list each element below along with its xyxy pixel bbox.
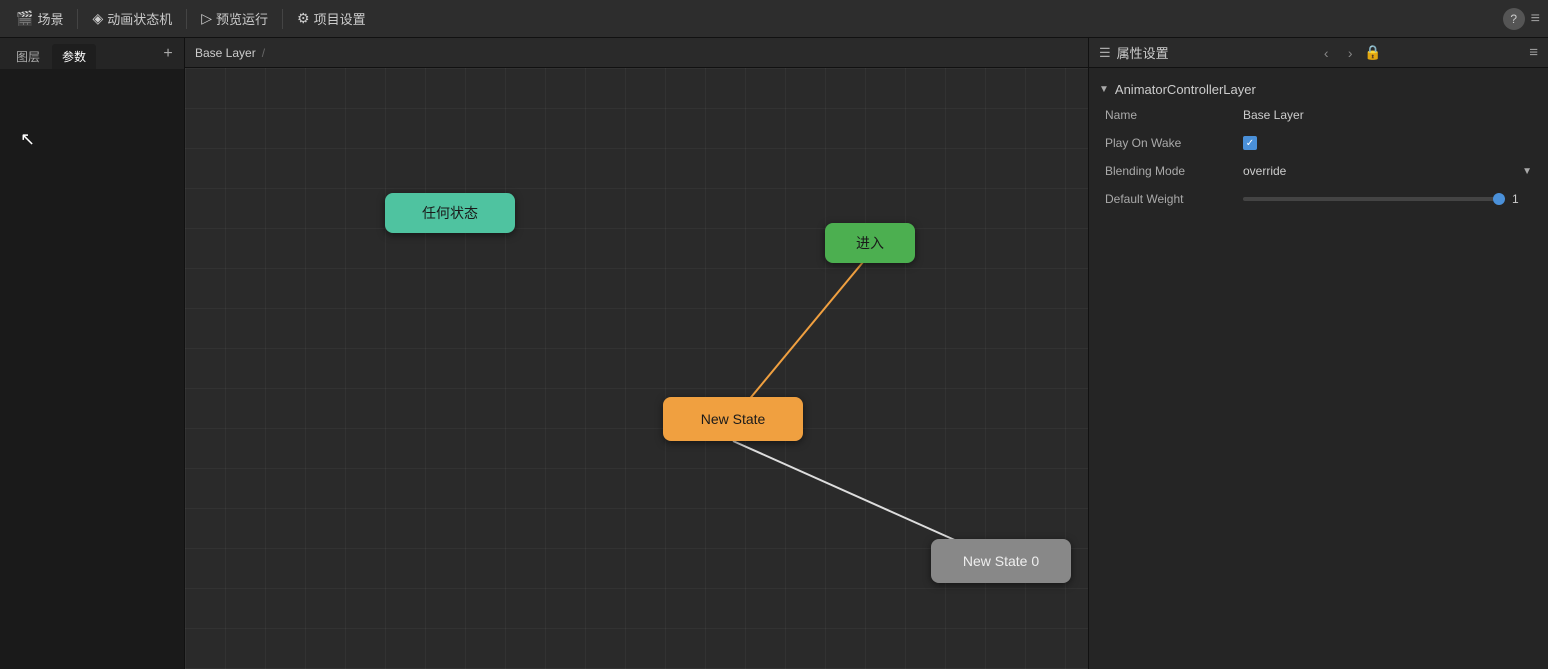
prop-default-weight-label: Default Weight (1105, 192, 1235, 206)
canvas-header: Base Layer / (185, 38, 1088, 68)
canvas-grid[interactable]: 任何状态 进入 New State New State 0 (185, 68, 1088, 669)
state-new0-label: New State 0 (963, 553, 1039, 569)
animator-icon: ◈ (92, 10, 103, 27)
left-sidebar: 图层 参数 + ↖ (0, 38, 185, 669)
nav-back-arrow[interactable]: ‹ (1316, 43, 1336, 63)
state-new0[interactable]: New State 0 (931, 539, 1071, 583)
right-panel-content: ▼ AnimatorControllerLayer Name Base Laye… (1089, 68, 1548, 669)
preview-label: 预览运行 (216, 9, 268, 28)
prop-name-label: Name (1105, 108, 1235, 122)
prop-blending-mode-row: Blending Mode override ▼ (1089, 157, 1548, 185)
slider-fill (1243, 197, 1504, 201)
state-enter[interactable]: 进入 (825, 223, 915, 263)
section-header[interactable]: ▼ AnimatorControllerLayer (1089, 78, 1548, 101)
right-panel-header: ☰ 属性设置 ‹ › 🔒 ≡ (1089, 38, 1548, 68)
toolbar-scene[interactable]: 🎬 场景 (8, 5, 71, 32)
prop-blending-mode-value: override (1243, 164, 1286, 178)
toolbar-menu-icon[interactable]: ≡ (1531, 10, 1540, 28)
state-enter-label: 进入 (856, 233, 884, 253)
prop-blending-mode-label: Blending Mode (1105, 164, 1235, 178)
settings-icon: ⚙ (297, 10, 310, 27)
prop-play-on-wake-checkbox[interactable] (1243, 136, 1257, 150)
prop-name-row: Name Base Layer (1089, 101, 1548, 129)
section-collapse-icon: ▼ (1099, 84, 1109, 95)
state-any[interactable]: 任何状态 (385, 193, 515, 233)
preview-icon: ▷ (201, 10, 212, 27)
scene-icon: 🎬 (16, 10, 33, 27)
lock-icon[interactable]: 🔒 (1364, 44, 1381, 61)
toolbar-preview[interactable]: ▷ 预览运行 (193, 5, 276, 32)
animator-label: 动画状态机 (107, 9, 172, 28)
state-any-label: 任何状态 (422, 203, 478, 223)
separator-3 (282, 9, 283, 29)
state-new[interactable]: New State (663, 397, 803, 441)
separator-2 (186, 9, 187, 29)
prop-default-weight-row: Default Weight 1 (1089, 185, 1548, 213)
sidebar-tabs: 图层 参数 + (0, 38, 184, 69)
connection-new-to-enter (733, 250, 873, 419)
sidebar-add-button[interactable]: + (158, 44, 178, 64)
main-content: 图层 参数 + ↖ Base Layer / (0, 38, 1548, 669)
canvas-area: Base Layer / (185, 38, 1088, 669)
prop-blending-mode-dropdown[interactable]: override ▼ (1243, 164, 1532, 178)
slider-track[interactable] (1243, 197, 1504, 201)
settings-label: 项目设置 (314, 9, 366, 28)
panel-nav: ‹ › 🔒 (1316, 43, 1381, 63)
prop-name-value[interactable]: Base Layer (1243, 108, 1532, 122)
sidebar-content: ↖ (0, 69, 184, 669)
right-panel: ☰ 属性设置 ‹ › 🔒 ≡ ▼ AnimatorControllerLayer… (1088, 38, 1548, 669)
breadcrumb-separator: / (262, 46, 265, 60)
toolbar-settings[interactable]: ⚙ 项目设置 (289, 5, 374, 32)
cursor-area: ↖ (0, 69, 184, 210)
slider-thumb[interactable] (1493, 193, 1505, 205)
toolbar: 🎬 场景 ◈ 动画状态机 ▷ 预览运行 ⚙ 项目设置 ? ≡ (0, 0, 1548, 38)
panel-title: 属性设置 (1117, 43, 1169, 62)
separator-1 (77, 9, 78, 29)
cursor-icon: ↖ (20, 129, 35, 150)
prop-play-on-wake-label: Play On Wake (1105, 136, 1235, 150)
breadcrumb-root[interactable]: Base Layer (195, 46, 256, 60)
panel-menu-button[interactable]: ≡ (1529, 44, 1538, 61)
help-button[interactable]: ? (1503, 8, 1525, 30)
toolbar-animator[interactable]: ◈ 动画状态机 (84, 5, 180, 32)
tab-layers[interactable]: 图层 (6, 44, 50, 69)
state-new-label: New State (701, 411, 766, 427)
tab-params[interactable]: 参数 (52, 44, 96, 69)
prop-default-weight-slider[interactable]: 1 (1243, 192, 1532, 206)
panel-icon: ☰ (1099, 45, 1111, 61)
dropdown-arrow-icon: ▼ (1522, 166, 1532, 177)
section-title: AnimatorControllerLayer (1115, 82, 1256, 97)
slider-value: 1 (1512, 192, 1532, 206)
prop-play-on-wake-row: Play On Wake (1089, 129, 1548, 157)
toolbar-right: ? ≡ (1503, 8, 1540, 30)
nav-forward-arrow[interactable]: › (1340, 43, 1360, 63)
scene-label: 场景 (37, 9, 63, 28)
